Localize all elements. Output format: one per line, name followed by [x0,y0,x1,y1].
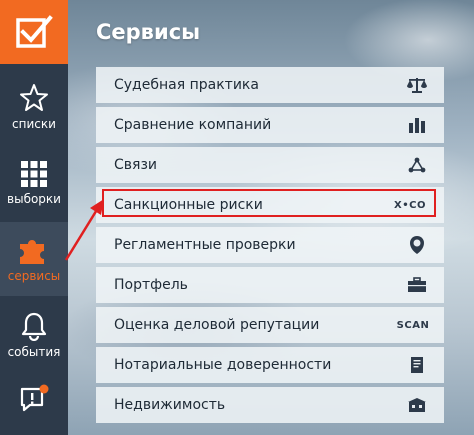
service-item-notarial-powers[interactable]: Нотариальные доверенности [96,347,444,383]
service-item-regulatory-checks[interactable]: Регламентные проверки [96,227,444,263]
puzzle-icon [20,240,44,264]
checkmark-logo-icon [16,15,53,48]
service-label: Недвижимость [114,397,226,413]
service-label: Портфель [114,277,188,293]
app-window: списки выборки сервисы события Сервисы С… [0,0,474,435]
sidebar-item-selections[interactable]: выборки [0,146,68,220]
alert-chat-icon [20,384,49,412]
star-icon [20,84,48,111]
service-label: Нотариальные доверенности [114,357,332,373]
building-icon [404,387,430,423]
sidebar-item-lists[interactable]: списки [0,70,68,144]
service-item-business-reputation[interactable]: Оценка деловой репутации SCAN [96,307,444,343]
scan-icon: SCAN [396,307,430,343]
service-label: Санкционные риски [114,197,263,213]
sidebar: списки выборки сервисы события [0,0,68,435]
service-item-company-comparison[interactable]: Сравнение компаний [96,107,444,143]
sidebar-item-label: события [7,345,61,359]
app-logo[interactable] [0,0,68,64]
page-title: Сервисы [96,20,201,44]
service-label: Связи [114,157,157,173]
sanctions-icon-text: X•CO [394,199,426,211]
service-label: Судебная практика [114,77,259,93]
document-icon [404,347,430,383]
service-item-real-estate[interactable]: Недвижимость [96,387,444,423]
grid-icon [21,161,47,187]
service-label: Регламентные проверки [114,237,296,253]
bell-icon [21,312,47,341]
sidebar-item-services[interactable]: сервисы [0,222,68,296]
service-label: Оценка деловой репутации [114,317,320,333]
network-icon [404,147,430,183]
service-item-sanction-risks[interactable]: Санкционные риски X•CO [96,187,444,223]
service-item-court-practice[interactable]: Судебная практика [96,67,444,103]
shield-check-icon [404,227,430,263]
sidebar-item-label: списки [12,117,56,131]
service-item-connections[interactable]: Связи [96,147,444,183]
sidebar-item-label: выборки [7,192,61,206]
bar-chart-icon [404,107,430,143]
sidebar-item-feedback[interactable] [0,362,68,435]
sidebar-item-label: сервисы [7,269,61,283]
service-item-portfolio[interactable]: Портфель [96,267,444,303]
service-label: Сравнение компаний [114,117,272,133]
sanctions-icon: X•CO [390,187,430,223]
sidebar-item-events[interactable]: события [0,298,68,372]
briefcase-icon [404,267,430,303]
annotation-arrow-icon [64,199,104,261]
scan-icon-text: SCAN [396,319,430,331]
scales-icon [404,67,430,103]
